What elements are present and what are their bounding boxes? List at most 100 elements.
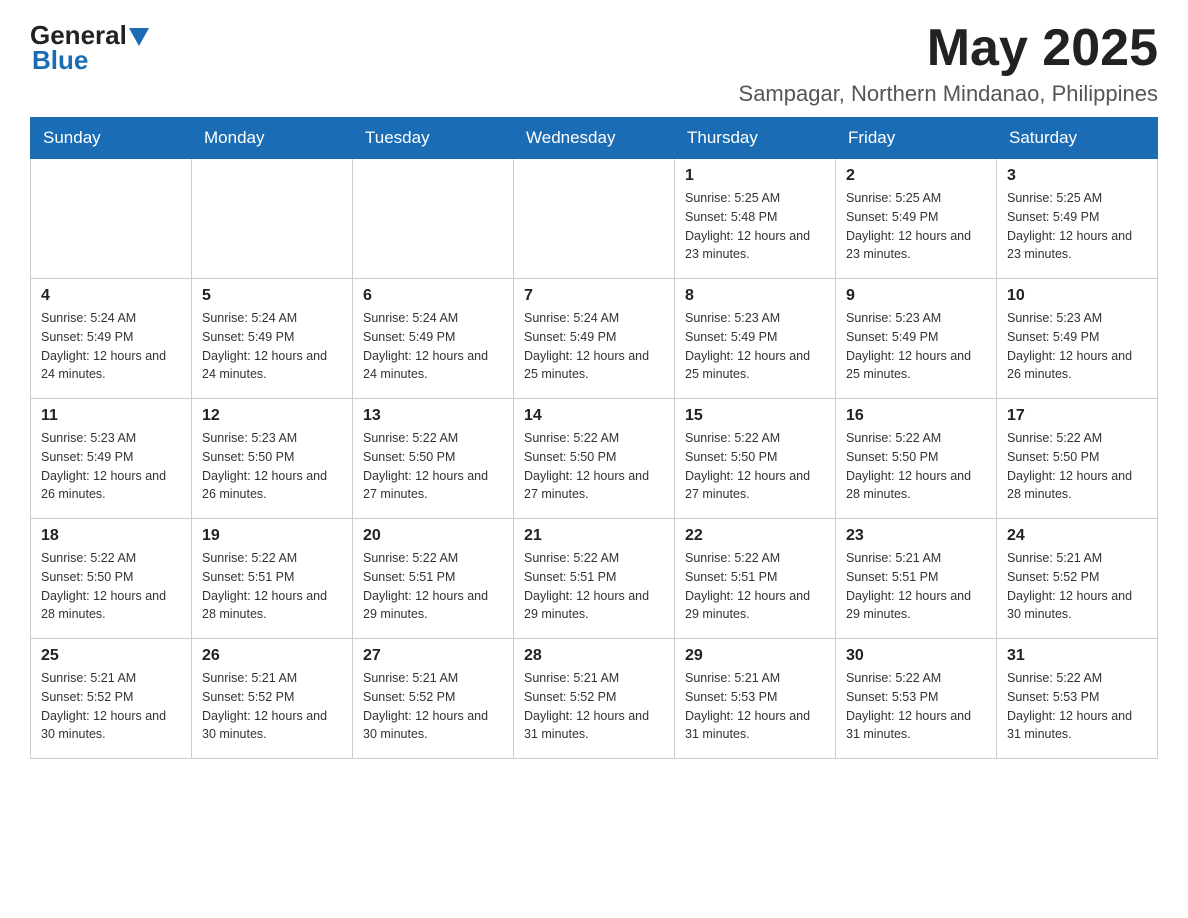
day-number: 6 (363, 287, 503, 305)
day-number: 18 (41, 527, 181, 545)
calendar-week-row: 18 Sunrise: 5:22 AM Sunset: 5:50 PM Dayli… (31, 519, 1158, 639)
location-title: Sampagar, Northern Mindanao, Philippines (739, 81, 1158, 107)
weekday-header-saturday: Saturday (997, 118, 1158, 159)
day-info: Sunrise: 5:24 AM Sunset: 5:49 PM Dayligh… (202, 309, 342, 384)
day-info: Sunrise: 5:22 AM Sunset: 5:50 PM Dayligh… (685, 429, 825, 504)
day-number: 2 (846, 167, 986, 185)
day-info: Sunrise: 5:24 AM Sunset: 5:49 PM Dayligh… (41, 309, 181, 384)
day-number: 29 (685, 647, 825, 665)
logo-triangle-icon (129, 28, 149, 46)
calendar-cell: 19 Sunrise: 5:22 AM Sunset: 5:51 PM Dayli… (192, 519, 353, 639)
day-info: Sunrise: 5:22 AM Sunset: 5:50 PM Dayligh… (524, 429, 664, 504)
calendar-cell: 7 Sunrise: 5:24 AM Sunset: 5:49 PM Daylig… (514, 279, 675, 399)
calendar-cell: 29 Sunrise: 5:21 AM Sunset: 5:53 PM Dayli… (675, 639, 836, 759)
day-info: Sunrise: 5:22 AM Sunset: 5:53 PM Dayligh… (1007, 669, 1147, 744)
day-info: Sunrise: 5:23 AM Sunset: 5:49 PM Dayligh… (41, 429, 181, 504)
day-number: 25 (41, 647, 181, 665)
calendar-cell: 25 Sunrise: 5:21 AM Sunset: 5:52 PM Dayli… (31, 639, 192, 759)
calendar-cell: 10 Sunrise: 5:23 AM Sunset: 5:49 PM Dayli… (997, 279, 1158, 399)
calendar-cell: 9Sunrise: 5:23 AM Sunset: 5:49 PM Daylig… (836, 279, 997, 399)
header: General Blue May 2025 Sampagar, Northern… (30, 20, 1158, 107)
calendar-cell (353, 159, 514, 279)
calendar-cell: 18 Sunrise: 5:22 AM Sunset: 5:50 PM Dayli… (31, 519, 192, 639)
day-number: 19 (202, 527, 342, 545)
day-number: 17 (1007, 407, 1147, 425)
logo: General Blue (30, 20, 149, 76)
calendar-cell: 26 Sunrise: 5:21 AM Sunset: 5:52 PM Dayli… (192, 639, 353, 759)
day-info: Sunrise: 5:22 AM Sunset: 5:51 PM Dayligh… (202, 549, 342, 624)
day-info: Sunrise: 5:21 AM Sunset: 5:52 PM Dayligh… (363, 669, 503, 744)
day-info: Sunrise: 5:25 AM Sunset: 5:48 PM Dayligh… (685, 189, 825, 264)
calendar-cell: 23 Sunrise: 5:21 AM Sunset: 5:51 PM Dayli… (836, 519, 997, 639)
day-number: 10 (1007, 287, 1147, 305)
calendar-table: SundayMondayTuesdayWednesdayThursdayFrid… (30, 117, 1158, 759)
day-number: 13 (363, 407, 503, 425)
day-info: Sunrise: 5:21 AM Sunset: 5:53 PM Dayligh… (685, 669, 825, 744)
weekday-header-sunday: Sunday (31, 118, 192, 159)
day-number: 28 (524, 647, 664, 665)
day-number: 7 (524, 287, 664, 305)
day-info: Sunrise: 5:22 AM Sunset: 5:51 PM Dayligh… (685, 549, 825, 624)
day-info: Sunrise: 5:21 AM Sunset: 5:51 PM Dayligh… (846, 549, 986, 624)
day-info: Sunrise: 5:23 AM Sunset: 5:49 PM Dayligh… (685, 309, 825, 384)
day-number: 1 (685, 167, 825, 185)
day-number: 15 (685, 407, 825, 425)
day-info: Sunrise: 5:25 AM Sunset: 5:49 PM Dayligh… (1007, 189, 1147, 264)
calendar-week-row: 11 Sunrise: 5:23 AM Sunset: 5:49 PM Dayli… (31, 399, 1158, 519)
calendar-cell: 21Sunrise: 5:22 AM Sunset: 5:51 PM Dayli… (514, 519, 675, 639)
day-info: Sunrise: 5:25 AM Sunset: 5:49 PM Dayligh… (846, 189, 986, 264)
day-number: 27 (363, 647, 503, 665)
calendar-cell: 16 Sunrise: 5:22 AM Sunset: 5:50 PM Dayli… (836, 399, 997, 519)
calendar-cell: 24 Sunrise: 5:21 AM Sunset: 5:52 PM Dayli… (997, 519, 1158, 639)
calendar-cell: 4 Sunrise: 5:24 AM Sunset: 5:49 PM Daylig… (31, 279, 192, 399)
day-info: Sunrise: 5:22 AM Sunset: 5:51 PM Dayligh… (524, 549, 664, 624)
weekday-header-friday: Friday (836, 118, 997, 159)
weekday-header-row: SundayMondayTuesdayWednesdayThursdayFrid… (31, 118, 1158, 159)
day-info: Sunrise: 5:21 AM Sunset: 5:52 PM Dayligh… (202, 669, 342, 744)
day-number: 31 (1007, 647, 1147, 665)
day-info: Sunrise: 5:21 AM Sunset: 5:52 PM Dayligh… (524, 669, 664, 744)
calendar-week-row: 25 Sunrise: 5:21 AM Sunset: 5:52 PM Dayli… (31, 639, 1158, 759)
calendar-cell: 5Sunrise: 5:24 AM Sunset: 5:49 PM Daylig… (192, 279, 353, 399)
day-number: 12 (202, 407, 342, 425)
day-number: 4 (41, 287, 181, 305)
month-title: May 2025 (739, 20, 1158, 77)
calendar-cell: 20Sunrise: 5:22 AM Sunset: 5:51 PM Dayli… (353, 519, 514, 639)
day-number: 14 (524, 407, 664, 425)
day-number: 23 (846, 527, 986, 545)
day-number: 24 (1007, 527, 1147, 545)
day-info: Sunrise: 5:22 AM Sunset: 5:53 PM Dayligh… (846, 669, 986, 744)
day-info: Sunrise: 5:23 AM Sunset: 5:49 PM Dayligh… (1007, 309, 1147, 384)
calendar-cell (514, 159, 675, 279)
calendar-cell: 30 Sunrise: 5:22 AM Sunset: 5:53 PM Dayli… (836, 639, 997, 759)
day-number: 22 (685, 527, 825, 545)
day-info: Sunrise: 5:22 AM Sunset: 5:50 PM Dayligh… (363, 429, 503, 504)
weekday-header-monday: Monday (192, 118, 353, 159)
day-number: 8 (685, 287, 825, 305)
calendar-cell: 11 Sunrise: 5:23 AM Sunset: 5:49 PM Dayli… (31, 399, 192, 519)
day-number: 11 (41, 407, 181, 425)
day-info: Sunrise: 5:24 AM Sunset: 5:49 PM Dayligh… (524, 309, 664, 384)
day-info: Sunrise: 5:22 AM Sunset: 5:51 PM Dayligh… (363, 549, 503, 624)
title-area: May 2025 Sampagar, Northern Mindanao, Ph… (739, 20, 1158, 107)
calendar-cell: 17 Sunrise: 5:22 AM Sunset: 5:50 PM Dayli… (997, 399, 1158, 519)
calendar-cell (192, 159, 353, 279)
day-info: Sunrise: 5:22 AM Sunset: 5:50 PM Dayligh… (41, 549, 181, 624)
day-number: 26 (202, 647, 342, 665)
calendar-cell: 12Sunrise: 5:23 AM Sunset: 5:50 PM Dayli… (192, 399, 353, 519)
day-info: Sunrise: 5:21 AM Sunset: 5:52 PM Dayligh… (1007, 549, 1147, 624)
day-info: Sunrise: 5:21 AM Sunset: 5:52 PM Dayligh… (41, 669, 181, 744)
day-info: Sunrise: 5:24 AM Sunset: 5:49 PM Dayligh… (363, 309, 503, 384)
calendar-cell: 13 Sunrise: 5:22 AM Sunset: 5:50 PM Dayli… (353, 399, 514, 519)
calendar-cell: 8 Sunrise: 5:23 AM Sunset: 5:49 PM Daylig… (675, 279, 836, 399)
day-info: Sunrise: 5:22 AM Sunset: 5:50 PM Dayligh… (1007, 429, 1147, 504)
day-number: 9 (846, 287, 986, 305)
day-number: 3 (1007, 167, 1147, 185)
calendar-week-row: 4 Sunrise: 5:24 AM Sunset: 5:49 PM Daylig… (31, 279, 1158, 399)
calendar-cell: 6 Sunrise: 5:24 AM Sunset: 5:49 PM Daylig… (353, 279, 514, 399)
day-info: Sunrise: 5:22 AM Sunset: 5:50 PM Dayligh… (846, 429, 986, 504)
day-number: 30 (846, 647, 986, 665)
calendar-cell: 31 Sunrise: 5:22 AM Sunset: 5:53 PM Dayli… (997, 639, 1158, 759)
calendar-cell: 2 Sunrise: 5:25 AM Sunset: 5:49 PM Daylig… (836, 159, 997, 279)
day-number: 16 (846, 407, 986, 425)
